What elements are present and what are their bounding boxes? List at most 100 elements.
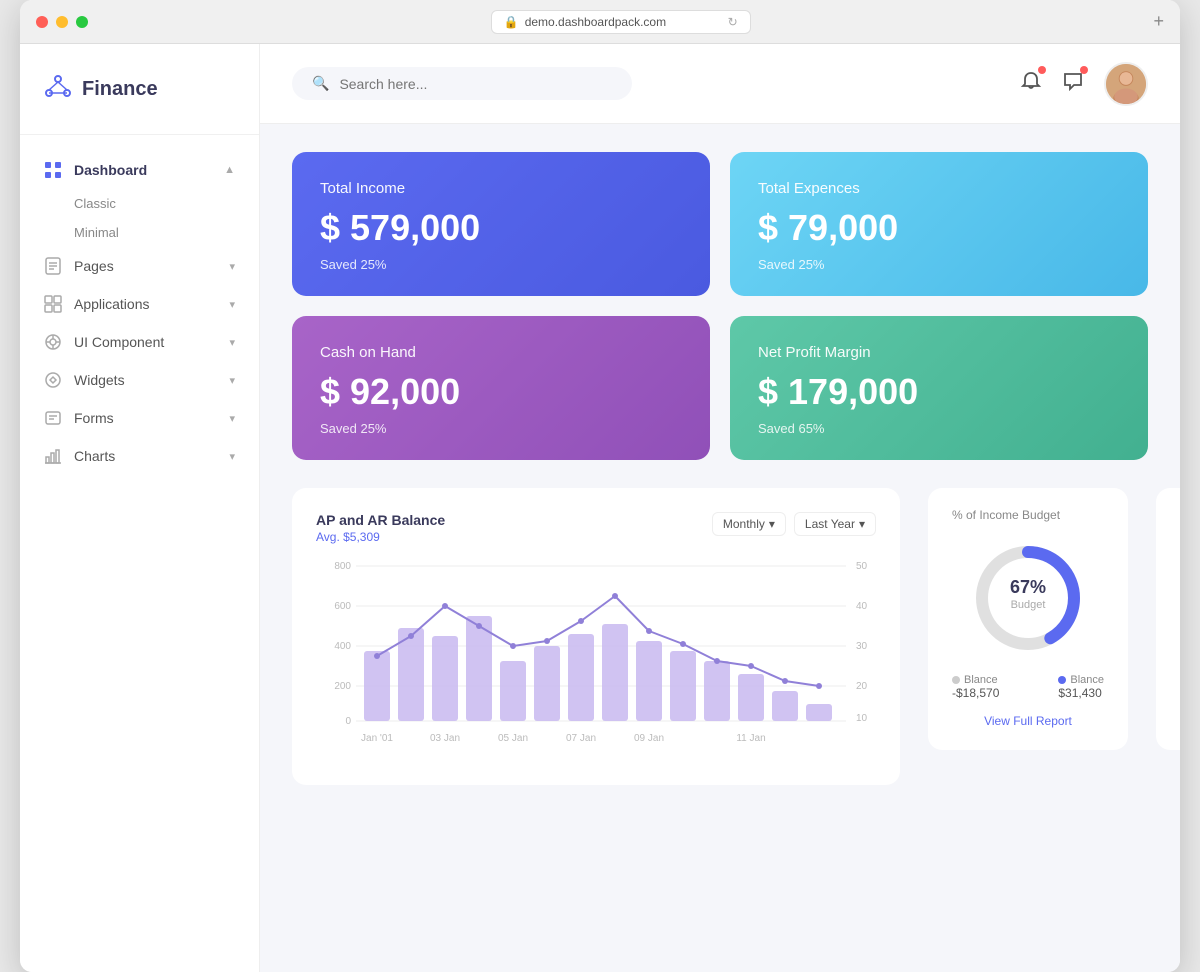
svg-text:Jan '01: Jan '01	[361, 733, 393, 744]
sidebar-item-applications-label: Applications	[74, 296, 150, 312]
charts-chevron: ▾	[229, 450, 235, 463]
svg-text:0: 0	[345, 716, 351, 727]
profit-value: $ 179,000	[758, 371, 1120, 413]
income-donut-wrap: 67% Budget	[952, 538, 1104, 658]
chart-title: AP and AR Balance	[316, 512, 445, 528]
income-view-report[interactable]: View Full Report	[952, 712, 1104, 730]
monthly-chevron-icon: ▾	[769, 517, 775, 531]
income-donut-svg: 67% Budget	[968, 538, 1088, 658]
search-input[interactable]	[339, 76, 612, 92]
cash-label: Cash on Hand	[320, 344, 682, 361]
stat-card-expenses: Total Expences $ 79,000 Saved 25%	[730, 152, 1148, 296]
svg-text:05 Jan: 05 Jan	[498, 733, 528, 744]
top-bar-right	[1020, 62, 1148, 106]
income-donut-title: % of Income Budget	[952, 508, 1104, 522]
income-donut-card: % of Income Budget 67% Budget	[928, 488, 1128, 750]
reload-icon[interactable]: ↻	[728, 15, 738, 29]
maximize-dot[interactable]	[76, 16, 88, 28]
sidebar-item-ui-label: UI Component	[74, 334, 164, 350]
profit-saved: Saved 65%	[758, 421, 1120, 436]
address-bar-area: 🔒 demo.dashboardpack.com ↻	[96, 10, 1145, 34]
search-icon: 🔍	[312, 75, 329, 92]
url-text: demo.dashboardpack.com	[525, 15, 666, 29]
income-legend2-label: Blance	[1070, 674, 1104, 686]
income-legend1-label: Blance	[964, 674, 998, 686]
sidebar-item-ui-component[interactable]: UI Component ▾	[20, 323, 259, 361]
main-content: 🔍	[260, 44, 1180, 972]
minimize-dot[interactable]	[56, 16, 68, 28]
sidebar-subitem-minimal[interactable]: Minimal	[20, 218, 259, 247]
svg-text:600: 600	[334, 601, 351, 612]
expenses-value: $ 79,000	[758, 207, 1120, 249]
svg-text:11 Jan: 11 Jan	[736, 733, 765, 744]
income-value: $ 579,000	[320, 207, 682, 249]
bar-chart-svg: 800 600 400 200 0 50 40 30 20 10	[316, 556, 876, 756]
notification-badge	[1038, 66, 1046, 74]
close-dot[interactable]	[36, 16, 48, 28]
browser-toolbar: 🔒 demo.dashboardpack.com ↻ +	[20, 0, 1180, 44]
app-layout: Finance Dashboard ▲ Classic Minimal	[20, 44, 1180, 972]
cash-saved: Saved 25%	[320, 421, 682, 436]
avatar-image	[1106, 64, 1146, 104]
chart-header: AP and AR Balance Avg. $5,309 Monthly ▾ …	[316, 512, 876, 544]
svg-text:30: 30	[856, 641, 868, 652]
sidebar-subitem-classic[interactable]: Classic	[20, 189, 259, 218]
income-legend1-value: -$18,570	[952, 686, 999, 700]
bar-chart-card: AP and AR Balance Avg. $5,309 Monthly ▾ …	[292, 488, 900, 785]
sidebar-item-dashboard-label: Dashboard	[74, 162, 147, 178]
content-area: Total Income $ 579,000 Saved 25% Total E…	[260, 124, 1180, 813]
chart-filters: Monthly ▾ Last Year ▾	[712, 512, 876, 536]
address-bar[interactable]: 🔒 demo.dashboardpack.com ↻	[491, 10, 751, 34]
sidebar-item-charts-label: Charts	[74, 448, 115, 464]
message-button[interactable]	[1062, 70, 1084, 98]
applications-chevron: ▾	[229, 298, 235, 311]
year-chevron-icon: ▾	[859, 517, 865, 531]
sidebar-item-pages[interactable]: Pages ▾	[20, 247, 259, 285]
notification-button[interactable]	[1020, 70, 1042, 98]
income-legend2-value: $31,430	[1058, 686, 1104, 700]
filter-year-button[interactable]: Last Year ▾	[794, 512, 876, 536]
expenses-saved: Saved 25%	[758, 257, 1120, 272]
sidebar-item-forms[interactable]: Forms ▾	[20, 399, 259, 437]
stat-card-cash: Cash on Hand $ 92,000 Saved 25%	[292, 316, 710, 460]
bottom-section: AP and AR Balance Avg. $5,309 Monthly ▾ …	[292, 488, 1148, 785]
svg-text:67%: 67%	[1010, 577, 1046, 597]
filter-monthly-button[interactable]: Monthly ▾	[712, 512, 786, 536]
sidebar-item-widgets-label: Widgets	[74, 372, 125, 388]
income-label: Total Income	[320, 180, 682, 197]
stat-card-income: Total Income $ 579,000 Saved 25%	[292, 152, 710, 296]
profit-label: Net Profit Margin	[758, 344, 1120, 361]
message-badge	[1080, 66, 1088, 74]
expenses-donut-card: % of Expenses Budget 48% Profit	[1156, 488, 1180, 750]
search-bar[interactable]: 🔍	[292, 67, 632, 100]
sidebar-logo: Finance	[20, 44, 259, 135]
sidebar-item-charts[interactable]: Charts ▾	[20, 437, 259, 475]
svg-text:400: 400	[334, 641, 351, 652]
svg-text:07 Jan: 07 Jan	[566, 733, 596, 744]
sidebar-item-forms-label: Forms	[74, 410, 114, 426]
sidebar-item-pages-label: Pages	[74, 258, 114, 274]
income-saved: Saved 25%	[320, 257, 682, 272]
svg-text:Budget: Budget	[1011, 599, 1046, 611]
logo-icon	[44, 72, 72, 106]
cash-value: $ 92,000	[320, 371, 682, 413]
svg-text:09 Jan: 09 Jan	[634, 733, 664, 744]
new-tab-button[interactable]: +	[1153, 11, 1164, 32]
chart-subtitle: Avg. $5,309	[316, 530, 445, 544]
ui-chevron: ▾	[229, 336, 235, 349]
dashboard-chevron: ▲	[224, 164, 235, 176]
sidebar: Finance Dashboard ▲ Classic Minimal	[20, 44, 260, 972]
filter-year-label: Last Year	[805, 517, 855, 531]
expenses-label: Total Expences	[758, 180, 1120, 197]
sidebar-item-dashboard[interactable]: Dashboard ▲	[20, 151, 259, 189]
top-bar: 🔍	[260, 44, 1180, 124]
stat-card-profit: Net Profit Margin $ 179,000 Saved 65%	[730, 316, 1148, 460]
forms-chevron: ▾	[229, 412, 235, 425]
income-report-link[interactable]: View Full Report	[984, 714, 1072, 728]
stat-cards-grid: Total Income $ 579,000 Saved 25% Total E…	[292, 152, 1148, 460]
svg-text:03 Jan: 03 Jan	[430, 733, 460, 744]
svg-text:20: 20	[856, 681, 868, 692]
sidebar-item-widgets[interactable]: Widgets ▾	[20, 361, 259, 399]
sidebar-item-applications[interactable]: Applications ▾	[20, 285, 259, 323]
user-avatar[interactable]	[1104, 62, 1148, 106]
